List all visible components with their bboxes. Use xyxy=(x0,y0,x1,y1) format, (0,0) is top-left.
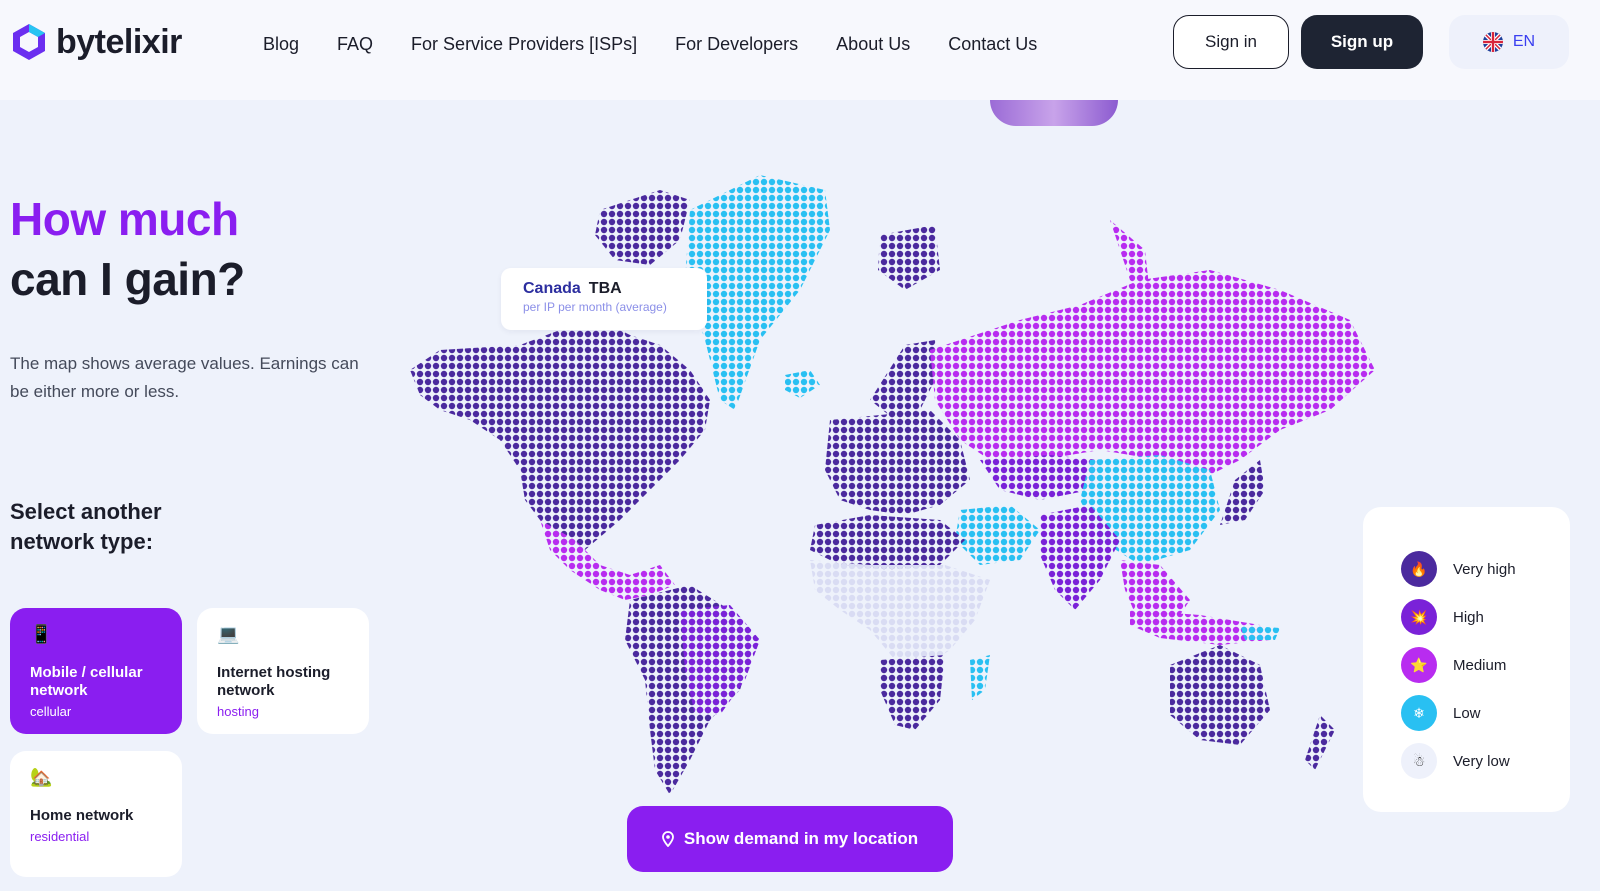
region-north-america[interactable] xyxy=(410,320,710,550)
legend-label: High xyxy=(1453,608,1484,626)
network-card-residential[interactable]: 🏡 Home network residential xyxy=(10,751,182,877)
hero-title-accent: How much xyxy=(10,193,239,245)
tooltip-country: Canada xyxy=(523,280,581,297)
legend-label: Very high xyxy=(1453,560,1516,578)
region-mexico[interactable] xyxy=(540,520,675,600)
decorative-orb xyxy=(990,100,1118,126)
snowman-icon: ☃ xyxy=(1401,743,1437,779)
legend-item-very-high: 🔥 Very high xyxy=(1401,545,1570,593)
nav-isps[interactable]: For Service Providers [ISPs] xyxy=(411,34,637,55)
region-middle-east[interactable] xyxy=(955,505,1040,565)
world-demand-map[interactable] xyxy=(400,170,1400,810)
header: bytelixir Blog FAQ For Service Providers… xyxy=(0,0,1600,100)
map-legend: 🔥 Very high 💥 High ⭐ Medium ❄ Low ☃ Very… xyxy=(1363,507,1570,812)
brand-name: bytelixir xyxy=(56,22,182,61)
nav-faq[interactable]: FAQ xyxy=(337,34,373,55)
legend-label: Low xyxy=(1453,704,1481,722)
map-tooltip: Canada TBA per IP per month (average) xyxy=(501,268,707,330)
nav-developers[interactable]: For Developers xyxy=(675,34,798,55)
star-icon: ⭐ xyxy=(1401,647,1437,683)
legend-item-very-low: ☃ Very low xyxy=(1401,737,1570,785)
sign-in-button[interactable]: Sign in xyxy=(1173,15,1289,69)
fire-icon: 🔥 xyxy=(1401,551,1437,587)
region-arctic-islands[interactable] xyxy=(595,190,690,265)
tooltip-unit: per IP per month (average) xyxy=(523,300,667,314)
uk-flag-icon xyxy=(1482,32,1503,52)
nav-blog[interactable]: Blog xyxy=(263,34,299,55)
brand-logo[interactable]: bytelixir xyxy=(10,22,182,62)
region-australia[interactable] xyxy=(1170,645,1270,745)
region-new-zealand[interactable] xyxy=(1305,715,1335,770)
legend-label: Very low xyxy=(1453,752,1510,770)
legend-item-low: ❄ Low xyxy=(1401,689,1570,737)
hero-description: The map shows average values. Earnings c… xyxy=(10,354,359,401)
network-card-subtitle: hosting xyxy=(217,704,259,719)
network-type-heading: Select another network type: xyxy=(10,499,162,554)
network-card-subtitle: residential xyxy=(30,829,90,844)
region-new-guinea[interactable] xyxy=(1240,625,1280,640)
hero-title: can I gain? xyxy=(10,253,245,305)
nav-contact[interactable]: Contact Us xyxy=(948,34,1037,55)
laptop-icon: 💻 xyxy=(217,624,240,644)
region-russia-far-north[interactable] xyxy=(1110,220,1150,295)
show-demand-label: Show demand in my location xyxy=(683,829,919,848)
legend-item-medium: ⭐ Medium xyxy=(1401,641,1570,689)
region-scandinavia[interactable] xyxy=(870,340,940,420)
language-selector[interactable]: EN xyxy=(1449,15,1569,69)
network-card-title: Mobile / cellular network xyxy=(30,664,143,699)
region-russia[interactable] xyxy=(930,270,1375,480)
sign-up-button[interactable]: Sign up xyxy=(1301,15,1423,69)
tooltip-heading: Canada TBA xyxy=(523,280,685,298)
network-card-cellular[interactable]: 📱 Mobile / cellular network cellular xyxy=(10,608,182,734)
legend-label: Medium xyxy=(1453,656,1507,674)
main-nav: Blog FAQ For Service Providers [ISPs] Fo… xyxy=(263,34,1037,55)
region-iceland[interactable] xyxy=(785,370,820,398)
region-north-africa[interactable] xyxy=(810,515,965,570)
region-europe[interactable] xyxy=(825,410,970,515)
snowflake-icon: ❄ xyxy=(1401,695,1437,731)
show-demand-button[interactable]: Show demand in my location xyxy=(627,806,953,872)
region-brazil[interactable] xyxy=(680,605,760,715)
house-icon: 🏡 xyxy=(30,767,53,787)
region-madagascar[interactable] xyxy=(970,655,990,700)
tooltip-value: TBA xyxy=(588,280,622,297)
region-svalbard[interactable] xyxy=(878,225,940,290)
location-pin-icon xyxy=(661,831,674,847)
nav-about[interactable]: About Us xyxy=(836,34,910,55)
mobile-phone-icon: 📱 xyxy=(30,624,53,644)
network-card-title: Home network xyxy=(30,807,134,824)
burst-icon: 💥 xyxy=(1401,599,1437,635)
language-code: EN xyxy=(1512,33,1536,50)
region-japan[interactable] xyxy=(1220,460,1265,525)
region-sub-saharan-africa[interactable] xyxy=(810,560,990,670)
region-southern-africa[interactable] xyxy=(880,655,945,730)
logo-mark-icon xyxy=(13,24,45,60)
legend-item-high: 💥 High xyxy=(1401,593,1570,641)
network-card-hosting[interactable]: 💻 Internet hosting network hosting xyxy=(197,608,369,734)
network-card-title: Internet hosting network xyxy=(217,664,331,699)
network-card-subtitle: cellular xyxy=(30,704,72,719)
